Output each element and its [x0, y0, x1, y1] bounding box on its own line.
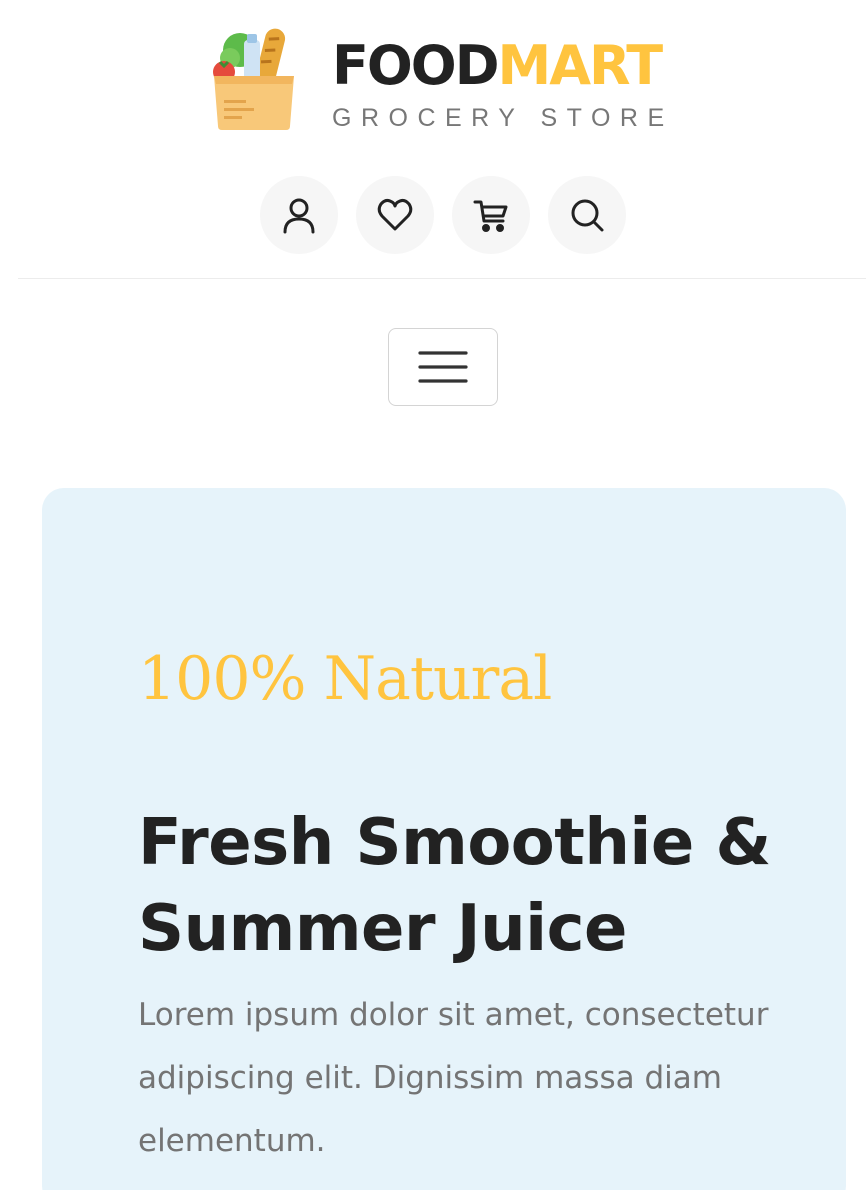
search-button[interactable] [548, 176, 626, 254]
brand-name-part1: FOOD [332, 34, 500, 97]
grocery-bag-icon [213, 28, 294, 130]
hamburger-icon [418, 351, 468, 383]
header-divider [18, 278, 866, 279]
logo[interactable]: FOODMART GROCERY STORE [210, 22, 690, 134]
search-icon [571, 199, 604, 232]
brand-tagline: GROCERY STORE [332, 104, 674, 132]
page: FOODMART GROCERY STORE 100% Natural Fres… [0, 0, 866, 1190]
brand-name-part2: MART [497, 34, 664, 97]
account-button[interactable] [260, 176, 338, 254]
cart-button[interactable] [452, 176, 530, 254]
wishlist-button[interactable] [356, 176, 434, 254]
hero-banner: 100% Natural Fresh Smoothie & Summer Jui… [42, 488, 846, 1190]
banner-title: Fresh Smoothie & Summer Juice [138, 806, 771, 966]
user-icon [283, 198, 315, 234]
brand-name: FOODMART [332, 34, 664, 97]
navbar-toggler-button[interactable] [388, 328, 498, 406]
cart-icon [473, 200, 508, 232]
banner-tagline: 100% Natural [138, 644, 552, 714]
banner-description: Lorem ipsum dolor sit amet, consectetur … [138, 997, 769, 1159]
heart-icon [377, 198, 413, 231]
